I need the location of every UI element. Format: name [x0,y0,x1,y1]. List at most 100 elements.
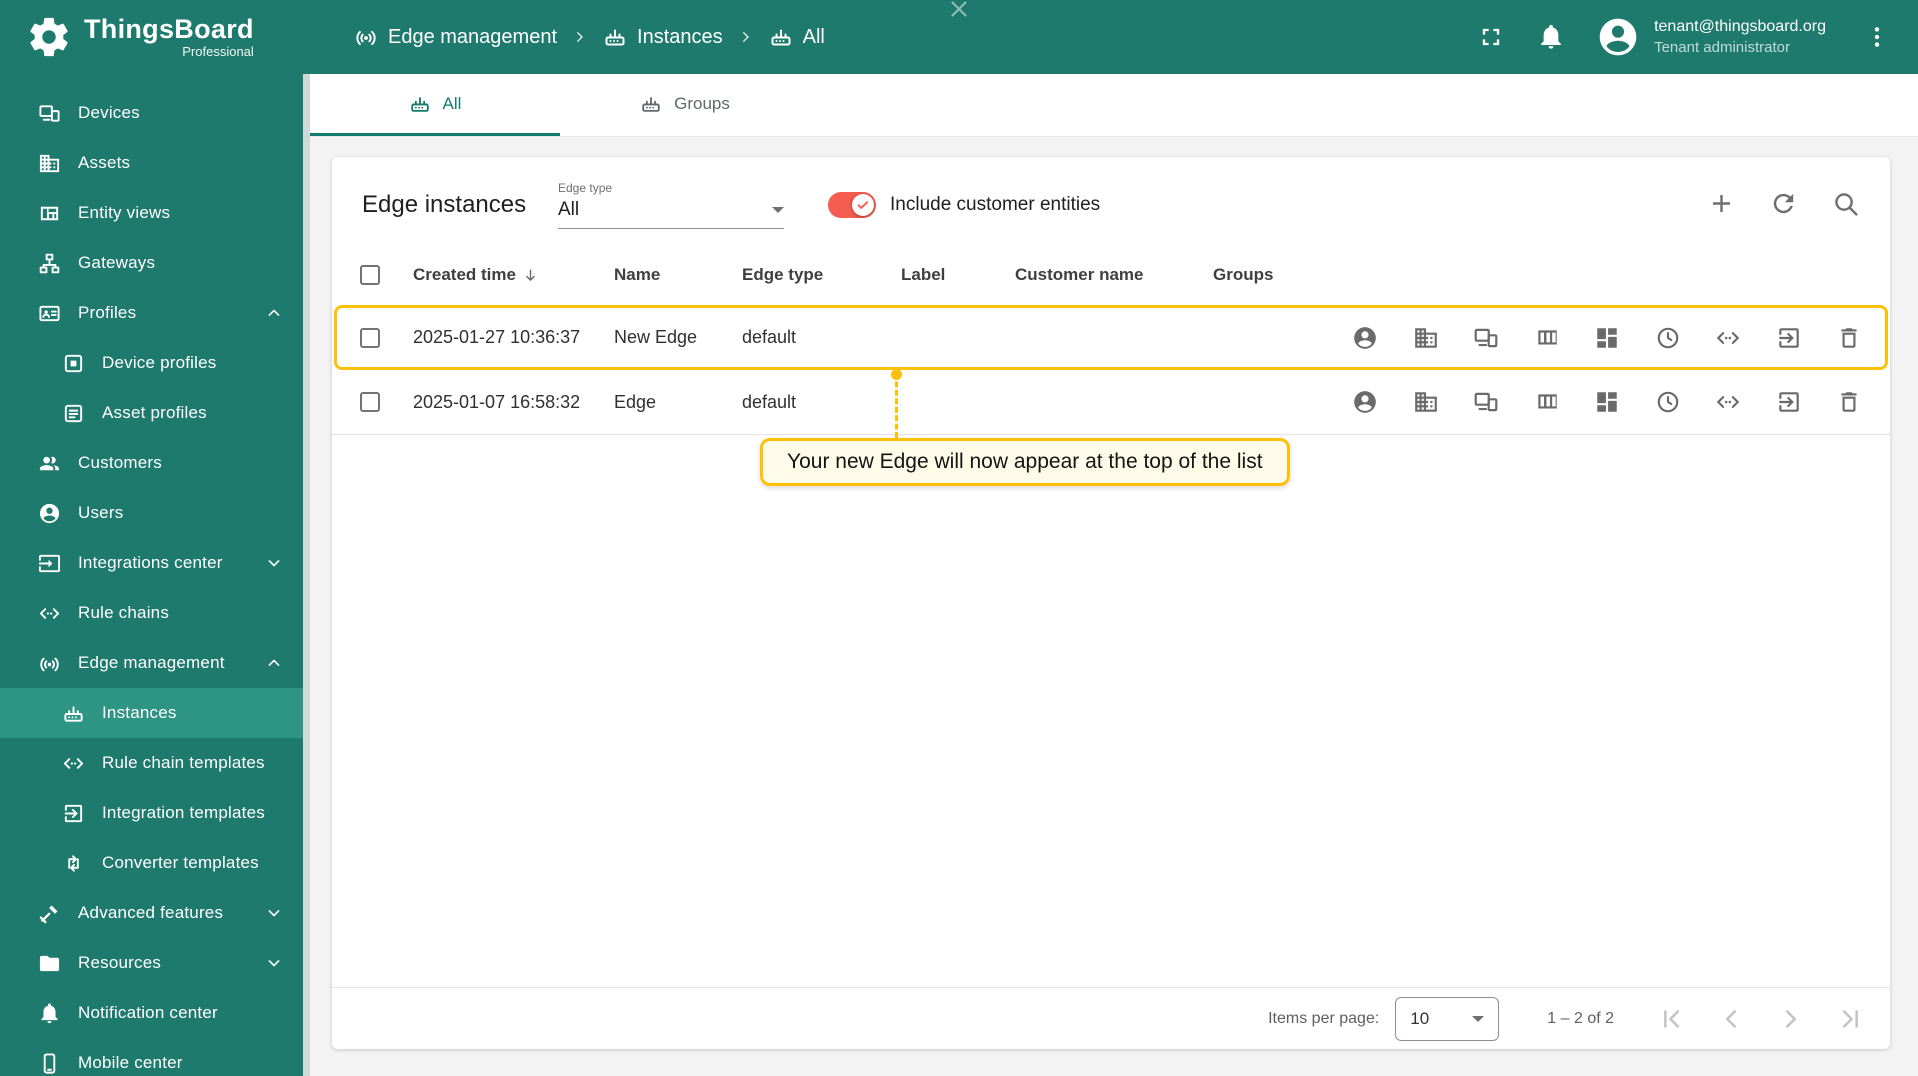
table-row[interactable]: 2025-01-27 10:36:37 New Edge default [334,305,1888,370]
phone-icon [38,1052,61,1075]
manage-rule-chains-button[interactable] [1715,389,1741,415]
column-customer-name[interactable]: Customer name [1015,265,1213,285]
breadcrumb-separator-icon [738,29,754,45]
tab-all[interactable]: All [310,74,560,136]
tour-tooltip-text: Your new Edge will now appear at the top… [787,450,1263,473]
sidebar-item-label: Integration templates [102,803,265,822]
next-page-button[interactable] [1776,1004,1806,1034]
first-page-icon [1656,1004,1686,1034]
manage-dashboards-button[interactable] [1594,389,1620,415]
table-row[interactable]: 2025-01-07 16:58:32 Edge default [332,370,1890,435]
manage-users-button[interactable] [1352,389,1378,415]
sidebar-item-integrations-center[interactable]: Integrations center [0,538,310,588]
manage-devices-button[interactable] [1473,325,1499,351]
page-size-select[interactable]: 10 [1395,996,1500,1041]
edge-management-icon [38,652,61,675]
sidebar-item-converter-templates[interactable]: Converter templates [0,838,310,888]
brand-subtitle: Professional [182,43,254,59]
sidebar-item-notification-center[interactable]: Notification center [0,988,310,1038]
thingsboard-logo[interactable]: ThingsBoard Professional [26,14,288,60]
column-created-time[interactable]: Created time [413,265,614,285]
sidebar-item-label: Converter templates [102,853,259,872]
exit-to-app-icon [1776,325,1802,351]
row-checkbox[interactable] [360,327,380,348]
refresh-icon [1769,189,1798,218]
next-page-icon [1776,1004,1806,1034]
sidebar-item-instances[interactable]: Instances [0,688,310,738]
select-all-checkbox[interactable] [360,265,380,285]
add-edge-button[interactable] [1707,189,1736,221]
edge-events-button[interactable] [1655,325,1681,351]
sidebar-item-rule-chains[interactable]: Rule chains [0,588,310,638]
rule-chain-icon [62,752,85,775]
sidebar-item-assets[interactable]: Assets [0,138,310,188]
app-root: ThingsBoard Professional Edge management… [0,0,1918,1076]
manage-entity-views-button[interactable] [1534,389,1560,415]
fullscreen-icon [1477,23,1505,51]
manage-assets-button[interactable] [1413,389,1439,415]
manage-users-button[interactable] [1352,325,1378,351]
edge-instance-icon [769,25,793,49]
sidebar-item-users[interactable]: Users [0,488,310,538]
manage-rule-chains-button[interactable] [1715,325,1741,351]
sidebar-item-customers[interactable]: Customers [0,438,310,488]
manage-integrations-button[interactable] [1776,325,1802,351]
content-area: Edge instances Edge type All Include cus… [310,137,1918,1076]
previous-page-button[interactable] [1716,1004,1746,1034]
building-icon [1413,325,1439,351]
sidebar-item-resources[interactable]: Resources [0,938,310,988]
delete-edge-button[interactable] [1836,325,1862,351]
sidebar-item-device-profiles[interactable]: Device profiles [0,338,310,388]
column-edge-type[interactable]: Edge type [742,265,901,285]
breadcrumb-label: Edge management [388,25,558,48]
sidebar-item-label: Advanced features [78,903,224,922]
edge-type-select[interactable]: Edge type All [558,181,784,229]
sidebar-item-devices[interactable]: Devices [0,88,310,138]
manage-assets-button[interactable] [1413,325,1439,351]
manage-entity-views-button[interactable] [1534,325,1560,351]
row-checkbox[interactable] [360,392,380,412]
manage-devices-button[interactable] [1473,389,1499,415]
breadcrumb-edge-management[interactable]: Edge management [354,25,557,49]
tab-groups[interactable]: Groups [560,74,810,136]
search-icon [1831,189,1860,218]
sidebar-item-label: Devices [78,103,140,122]
breadcrumb-instances[interactable]: Instances [603,25,723,49]
include-customer-entities-toggle[interactable]: Include customer entities [828,192,1100,218]
sidebar-item-edge-management[interactable]: Edge management [0,638,310,688]
sidebar-item-gateways[interactable]: Gateways [0,238,310,288]
sidebar-item-label: Users [78,503,124,522]
notifications-button[interactable] [1536,22,1566,52]
avatar[interactable] [1596,15,1640,59]
search-button[interactable] [1831,189,1860,221]
refresh-button[interactable] [1769,189,1798,221]
close-icon[interactable] [946,0,972,22]
sidebar-item-mobile-center[interactable]: Mobile center [0,1038,310,1076]
top-bar: ThingsBoard Professional Edge management… [0,0,1918,74]
table-toolbar [1707,189,1860,221]
edge-events-button[interactable] [1655,389,1681,415]
more-menu-button[interactable] [1864,24,1890,50]
header-actions: tenant@thingsboard.org Tenant administra… [1446,15,1890,59]
clock-icon [1655,325,1681,351]
column-label-col[interactable]: Label [901,265,1015,285]
column-groups[interactable]: Groups [1213,265,1352,285]
sidebar-item-advanced-features[interactable]: Advanced features [0,888,310,938]
breadcrumb-all[interactable]: All [769,25,825,49]
sidebar-item-rule-chain-templates[interactable]: Rule chain templates [0,738,310,788]
last-page-button[interactable] [1836,1004,1866,1034]
first-page-button[interactable] [1656,1004,1686,1034]
delete-edge-button[interactable] [1836,389,1862,415]
items-per-page-label: Items per page: [1268,1009,1380,1027]
manage-dashboards-button[interactable] [1594,325,1620,351]
sidebar-item-label: Edge management [78,653,225,672]
sidebar-item-profiles[interactable]: Profiles [0,288,310,338]
sidebar-item-asset-profiles[interactable]: Asset profiles [0,388,310,438]
dashboard-icon [1594,389,1620,415]
column-name[interactable]: Name [614,265,742,285]
fullscreen-button[interactable] [1476,22,1506,52]
manage-integrations-button[interactable] [1776,389,1802,415]
sidebar-item-integration-templates[interactable]: Integration templates [0,788,310,838]
rule-chain-icon [1715,389,1741,415]
sidebar-item-entity-views[interactable]: Entity views [0,188,310,238]
